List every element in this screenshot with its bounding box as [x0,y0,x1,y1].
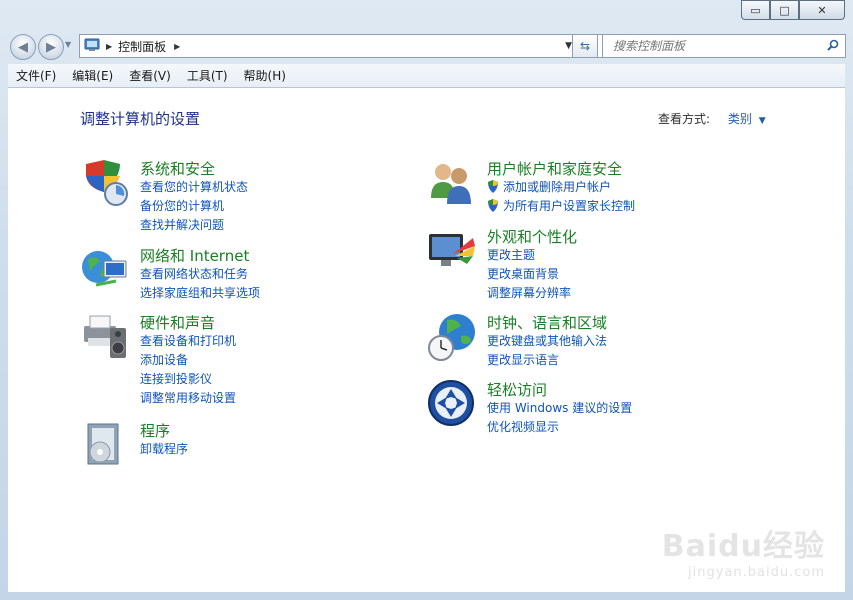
category-title[interactable]: 时钟、语言和区域 [487,312,607,333]
category-title[interactable]: 轻松访问 [487,379,547,400]
link-label: 为所有用户设置家长控制 [503,199,636,213]
link-desktop-background[interactable]: 更改桌面背景 [487,265,571,284]
link-screen-resolution[interactable]: 调整屏幕分辨率 [487,284,571,303]
back-arrow-icon: ◀ [18,39,28,55]
link-devices-printers[interactable]: 查看设备和打印机 [140,332,236,351]
search-input[interactable] [611,38,825,54]
content-pane: 调整计算机的设置 查看方式: 类别 ▼ 系统和安全 查看您的计算机状态 备份您的… [8,88,845,592]
recent-pages-dropdown[interactable]: ▼ [65,40,71,49]
menu-file[interactable]: 文件(F) [8,67,64,84]
appearance-icon[interactable] [427,226,477,276]
hardware-sound-icon[interactable] [80,312,130,362]
category-title[interactable]: 外观和个性化 [487,226,577,247]
link-homegroup-sharing[interactable]: 选择家庭组和共享选项 [140,284,260,303]
menu-bar: 文件(F) 编辑(E) 查看(V) 工具(T) 帮助(H) [8,64,845,88]
link-parental-controls[interactable]: 为所有用户设置家长控制 [487,197,635,216]
refresh-button[interactable]: ⇆ [572,34,598,58]
minimize-button[interactable]: ▭ [741,0,770,20]
link-change-display-language[interactable]: 更改显示语言 [487,351,607,370]
link-connect-projector[interactable]: 连接到投影仪 [140,370,236,389]
link-mobility-settings[interactable]: 调整常用移动设置 [140,389,236,408]
window-controls: ▭ □ ✕ [741,0,845,20]
link-change-input-method[interactable]: 更改键盘或其他输入法 [487,332,607,351]
system-security-icon[interactable] [80,158,130,208]
category-title[interactable]: 系统和安全 [140,158,215,179]
ease-of-access-icon[interactable] [427,379,477,429]
dropdown-arrow-icon[interactable]: ▼ [759,116,766,126]
programs-icon[interactable] [80,420,130,470]
watermark-title: Baidu经验 [661,529,825,564]
category-title[interactable]: 网络和 Internet [140,245,249,266]
link-troubleshoot[interactable]: 查找并解决问题 [140,216,248,235]
user-accounts-icon[interactable] [427,158,477,208]
network-internet-icon[interactable] [80,245,130,295]
address-dropdown-icon[interactable]: ▼ [565,41,572,51]
refresh-icon: ⇆ [579,39,591,53]
baidu-watermark: Baidu经验 jingyan.baidu.com [662,521,825,580]
page-title: 调整计算机的设置 [80,110,201,128]
breadcrumb-chevron-icon: ▶ [174,41,181,51]
link-view-computer-status[interactable]: 查看您的计算机状态 [140,178,248,197]
link-uninstall-program[interactable]: 卸载程序 [140,440,188,459]
navigation-bar: ◀ ▶ ▼ ▶ 控制面板 ▶ ▼ ⇆ [8,32,846,60]
link-label: 添加或删除用户帐户 [503,180,612,194]
watermark-url: jingyan.baidu.com [688,565,825,580]
forward-button[interactable]: ▶ [38,34,64,60]
link-network-status[interactable]: 查看网络状态和任务 [140,265,260,284]
view-by-label: 查看方式: [658,112,711,126]
search-box[interactable] [602,34,846,58]
search-icon[interactable] [827,39,839,54]
maximize-button[interactable]: □ [770,0,799,20]
clock-region-icon[interactable] [427,312,477,362]
breadcrumb-chevron-icon: ▶ [106,41,113,51]
menu-edit[interactable]: 编辑(E) [64,67,121,84]
window-frame: ▭ □ ✕ ◀ ▶ ▼ ▶ 控制面板 ▶ ▼ ⇆ 搜索控制面板 文件(F) 编辑… [0,0,853,600]
link-windows-recommended-settings[interactable]: 使用 Windows 建议的设置 [487,399,632,418]
close-button[interactable]: ✕ [799,0,845,20]
address-bar[interactable]: ▶ 控制面板 ▶ ▼ [79,34,607,58]
menu-help[interactable]: 帮助(H) [236,67,294,84]
category-title[interactable]: 用户帐户和家庭安全 [487,158,622,179]
view-by-dropdown[interactable]: 类别 [728,112,752,126]
back-button[interactable]: ◀ [10,34,36,60]
link-add-device[interactable]: 添加设备 [140,351,236,370]
category-title[interactable]: 硬件和声音 [140,312,215,333]
view-by: 查看方式: 类别 ▼ [658,110,766,127]
menu-view[interactable]: 查看(V) [121,67,179,84]
menu-tools[interactable]: 工具(T) [179,67,236,84]
link-change-theme[interactable]: 更改主题 [487,246,571,265]
uac-shield-icon [488,180,498,193]
breadcrumb-control-panel[interactable]: 控制面板 [118,38,166,55]
uac-shield-icon [488,199,498,212]
category-title[interactable]: 程序 [140,420,170,441]
control-panel-icon [84,38,100,55]
link-optimize-video-display[interactable]: 优化视频显示 [487,418,632,437]
link-backup-computer[interactable]: 备份您的计算机 [140,197,248,216]
forward-arrow-icon: ▶ [46,39,56,55]
link-add-remove-users[interactable]: 添加或删除用户帐户 [487,178,635,197]
